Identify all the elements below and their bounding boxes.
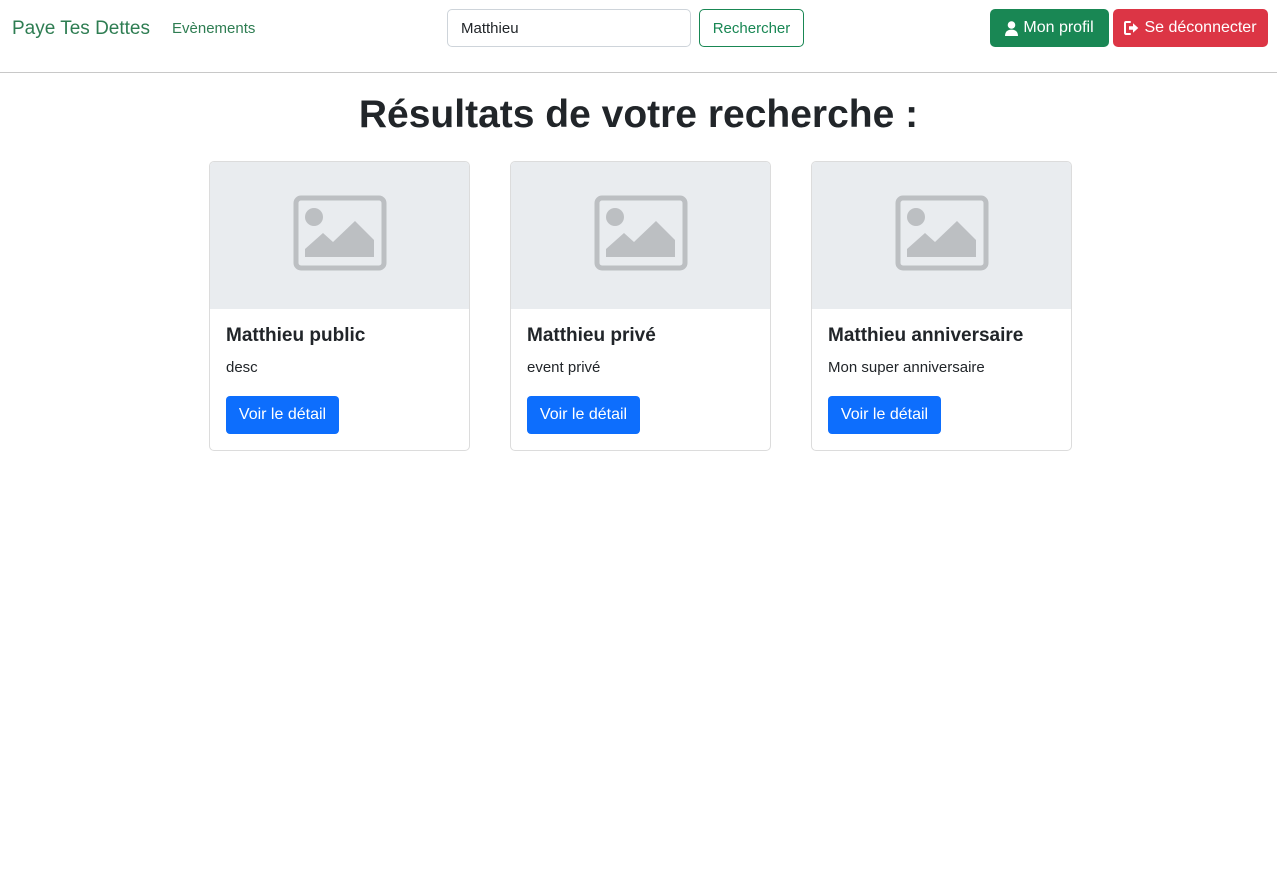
view-detail-button[interactable]: Voir le détail (828, 396, 941, 434)
card-description: event privé (527, 359, 601, 376)
results-grid: Matthieu public desc Voir le détail Matt… (209, 161, 1072, 451)
image-placeholder-icon (594, 195, 688, 276)
card-body: Matthieu privé event privé Voir le détai… (511, 309, 770, 450)
card-body: Matthieu public desc Voir le détail (210, 309, 469, 450)
logout-button[interactable]: Se déconnecter (1113, 9, 1268, 47)
search-input[interactable] (447, 9, 691, 47)
logout-button-label: Se déconnecter (1144, 19, 1257, 36)
view-detail-button[interactable]: Voir le détail (527, 396, 640, 434)
page-title: Résultats de votre recherche : (358, 93, 919, 136)
card-body: Matthieu anniversaire Mon super annivers… (812, 309, 1071, 450)
card-image (210, 162, 469, 309)
brand-link[interactable]: Paye Tes Dettes (12, 16, 150, 42)
card-title: Matthieu anniversaire (828, 325, 1024, 346)
profile-button-label: Mon profil (1023, 19, 1094, 36)
card-title: Matthieu public (226, 325, 366, 346)
card-description: Mon super anniversaire (828, 359, 985, 376)
navbar: Paye Tes Dettes Evènements Rechercher Mo… (0, 0, 1277, 73)
view-detail-button[interactable]: Voir le détail (226, 396, 339, 434)
image-placeholder-icon (895, 195, 989, 276)
user-icon (1005, 20, 1019, 36)
nav-link-events[interactable]: Evènements (172, 19, 255, 39)
search-button[interactable]: Rechercher (699, 9, 804, 47)
card-image (511, 162, 770, 309)
result-card: Matthieu anniversaire Mon super annivers… (811, 161, 1072, 451)
card-image (812, 162, 1071, 309)
image-placeholder-icon (293, 195, 387, 276)
card-title: Matthieu privé (527, 325, 656, 346)
sign-out-icon (1124, 21, 1139, 35)
profile-button[interactable]: Mon profil (990, 9, 1109, 47)
result-card: Matthieu public desc Voir le détail (209, 161, 470, 451)
result-card: Matthieu privé event privé Voir le détai… (510, 161, 771, 451)
card-description: desc (226, 359, 258, 376)
